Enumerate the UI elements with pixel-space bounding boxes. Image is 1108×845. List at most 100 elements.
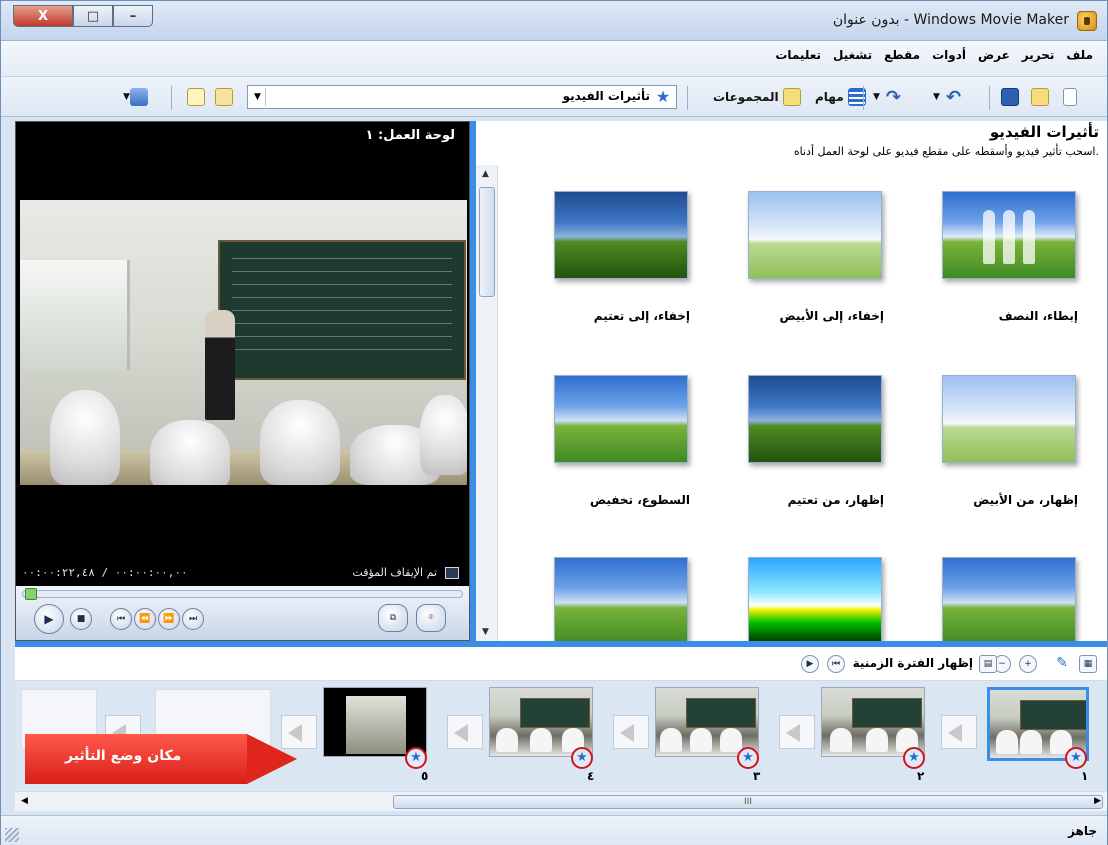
collections-button[interactable]: المجموعات [713, 86, 801, 108]
effect-thumbnail [748, 191, 882, 279]
storyboard-clip-3[interactable] [655, 687, 759, 757]
clip-number: ٢ [917, 769, 925, 783]
close-button[interactable]: X [13, 5, 73, 27]
effects-title: تأثيرات الفيديو [989, 123, 1099, 141]
effect-item-9[interactable] [554, 557, 690, 645]
menu-edit[interactable]: تحرير [1022, 48, 1055, 62]
toolbar: ▼ ▼ تأثيرات الفيديو ★ المجموعات مهام ▼ ↷ [1, 77, 1107, 117]
effect-label: إظهار، من الأبيض [973, 493, 1078, 507]
next-frame-button[interactable]: ⏭ [182, 608, 204, 630]
effects-scrollbar[interactable]: ▲ ▼ [476, 165, 498, 641]
open-button[interactable] [1031, 86, 1049, 108]
effect-item-7[interactable] [942, 557, 1078, 645]
show-timeline-button[interactable]: إظهار الفترة الزمنية [853, 656, 973, 670]
rewind-button[interactable]: ⏪ [134, 608, 156, 630]
transition-slot[interactable] [447, 715, 483, 749]
undo-icon: ↶ [945, 86, 962, 108]
new-folder-button[interactable] [187, 86, 205, 108]
effect-star-icon[interactable]: ★ [405, 747, 427, 769]
effect-star-icon[interactable]: ★ [571, 747, 593, 769]
dropdown-value: تأثيرات الفيديو [562, 89, 650, 103]
up-folder-icon [215, 88, 233, 106]
effect-fade-in-white[interactable]: إظهار، من الأبيض [942, 375, 1078, 507]
effect-brightness-decrease[interactable]: السطوع، تخفيض [554, 375, 690, 507]
resize-grip-icon[interactable] [5, 828, 19, 842]
movie-maker-icon [1077, 11, 1097, 31]
dropdown-arrow-icon: ▼ [873, 92, 880, 102]
seek-thumb[interactable] [25, 588, 37, 600]
maximize-button[interactable]: □ [73, 5, 113, 27]
up-folder-button[interactable] [215, 86, 233, 108]
transition-slot[interactable] [613, 715, 649, 749]
dropdown-arrow-icon: ▼ [123, 92, 130, 102]
stop-button[interactable]: ■ [70, 608, 92, 630]
timeline-icon[interactable]: ▤ [979, 655, 997, 673]
new-project-button[interactable] [1063, 86, 1077, 108]
storyboard-clip-5[interactable] [323, 687, 427, 757]
transition-slot[interactable] [941, 715, 977, 749]
minimize-button[interactable]: – [113, 5, 153, 27]
menu-tools[interactable]: أدوات [932, 48, 966, 62]
dropdown-arrow-icon: ▼ [933, 92, 940, 102]
collections-folder-icon [782, 88, 801, 106]
status-bar: جاهز [1, 815, 1107, 845]
effect-thumbnail [554, 557, 688, 645]
save-button[interactable] [1001, 86, 1019, 108]
menu-file[interactable]: ملف [1066, 48, 1093, 62]
undo-button[interactable]: ▼ ↶ [933, 86, 961, 108]
narrate-mic-icon[interactable]: ✎ [1053, 655, 1071, 673]
title-bar: X □ – بدون عنوان - Windows Movie Maker [1, 1, 1107, 41]
storyboard-clip-4[interactable] [489, 687, 593, 757]
effect-thumbnail [554, 375, 688, 463]
video-preview [20, 200, 467, 485]
view-options-button[interactable]: ▼ [123, 86, 148, 108]
redo-button[interactable]: ▼ ↷ [873, 86, 901, 108]
menu-play[interactable]: تشغيل [833, 48, 872, 62]
view-grid-icon [129, 88, 148, 106]
effect-item-8[interactable] [748, 557, 884, 645]
effect-thumbnail [554, 191, 688, 279]
collections-dropdown[interactable]: ▼ تأثيرات الفيديو ★ [247, 85, 677, 109]
storyboard-scrollbar[interactable]: ◀ III ▶ [15, 791, 1107, 811]
fullscreen-icon[interactable] [445, 567, 459, 579]
menu-clip[interactable]: مقطع [884, 48, 920, 62]
storyboard-view-icon[interactable]: ▦ [1079, 655, 1097, 673]
app-window: X □ – بدون عنوان - Windows Movie Maker م… [0, 0, 1108, 845]
effect-star-icon[interactable]: ★ [737, 747, 759, 769]
scroll-up-icon[interactable]: ▲ [482, 169, 489, 179]
zoom-in-icon[interactable]: + [1019, 655, 1037, 673]
tasks-button[interactable]: مهام [815, 86, 866, 108]
effect-fade-out-white[interactable]: إخفاء، إلى الأبيض [748, 191, 884, 323]
clip-number: ٤ [587, 769, 595, 783]
effect-fade-out-black[interactable]: إخفاء، إلى تعتيم [554, 191, 690, 323]
clip-number: ١ [1081, 769, 1089, 783]
stop-icon: ■ [76, 614, 86, 624]
effect-ease-half[interactable]: إبطاء، النصف [942, 191, 1078, 323]
storyboard-clip-2[interactable] [821, 687, 925, 757]
effect-fade-in-black[interactable]: إظهار، من تعتيم [748, 375, 884, 507]
menu-view[interactable]: عرض [978, 48, 1010, 62]
effect-label: إظهار، من تعتيم [787, 493, 884, 507]
forward-button[interactable]: ⏩ [158, 608, 180, 630]
seek-bar[interactable] [22, 588, 463, 600]
effect-thumbnail [748, 557, 882, 645]
effect-thumbnail [942, 557, 1076, 645]
effects-instructions: اسحب تأثير فيديو وأسقطه على مقطع فيديو ع… [793, 145, 1099, 158]
scroll-down-icon[interactable]: ▼ [482, 627, 489, 637]
scroll-thumb[interactable]: III [393, 795, 1103, 809]
scroll-right-icon[interactable]: ▶ [1094, 796, 1101, 806]
effect-star-icon[interactable]: ★ [903, 747, 925, 769]
transition-slot[interactable] [779, 715, 815, 749]
rewind-storyboard-icon[interactable]: ⏮ [827, 655, 845, 673]
split-clip-button[interactable]: ⧉ [378, 604, 408, 632]
previous-frame-button[interactable]: ⏮ [110, 608, 132, 630]
scroll-left-icon[interactable]: ◀ [21, 796, 28, 806]
play-storyboard-icon[interactable]: ▶ [801, 655, 819, 673]
take-picture-button[interactable]: ⌾ [416, 604, 446, 632]
monitor-title: لوحة العمل: ١ [365, 128, 455, 143]
effect-star-icon[interactable]: ★ [1065, 747, 1087, 769]
menu-help[interactable]: تعليمات [775, 48, 821, 62]
effect-thumbnail [942, 191, 1076, 279]
play-button[interactable]: ▶ [34, 604, 64, 634]
scroll-thumb[interactable] [479, 187, 495, 297]
